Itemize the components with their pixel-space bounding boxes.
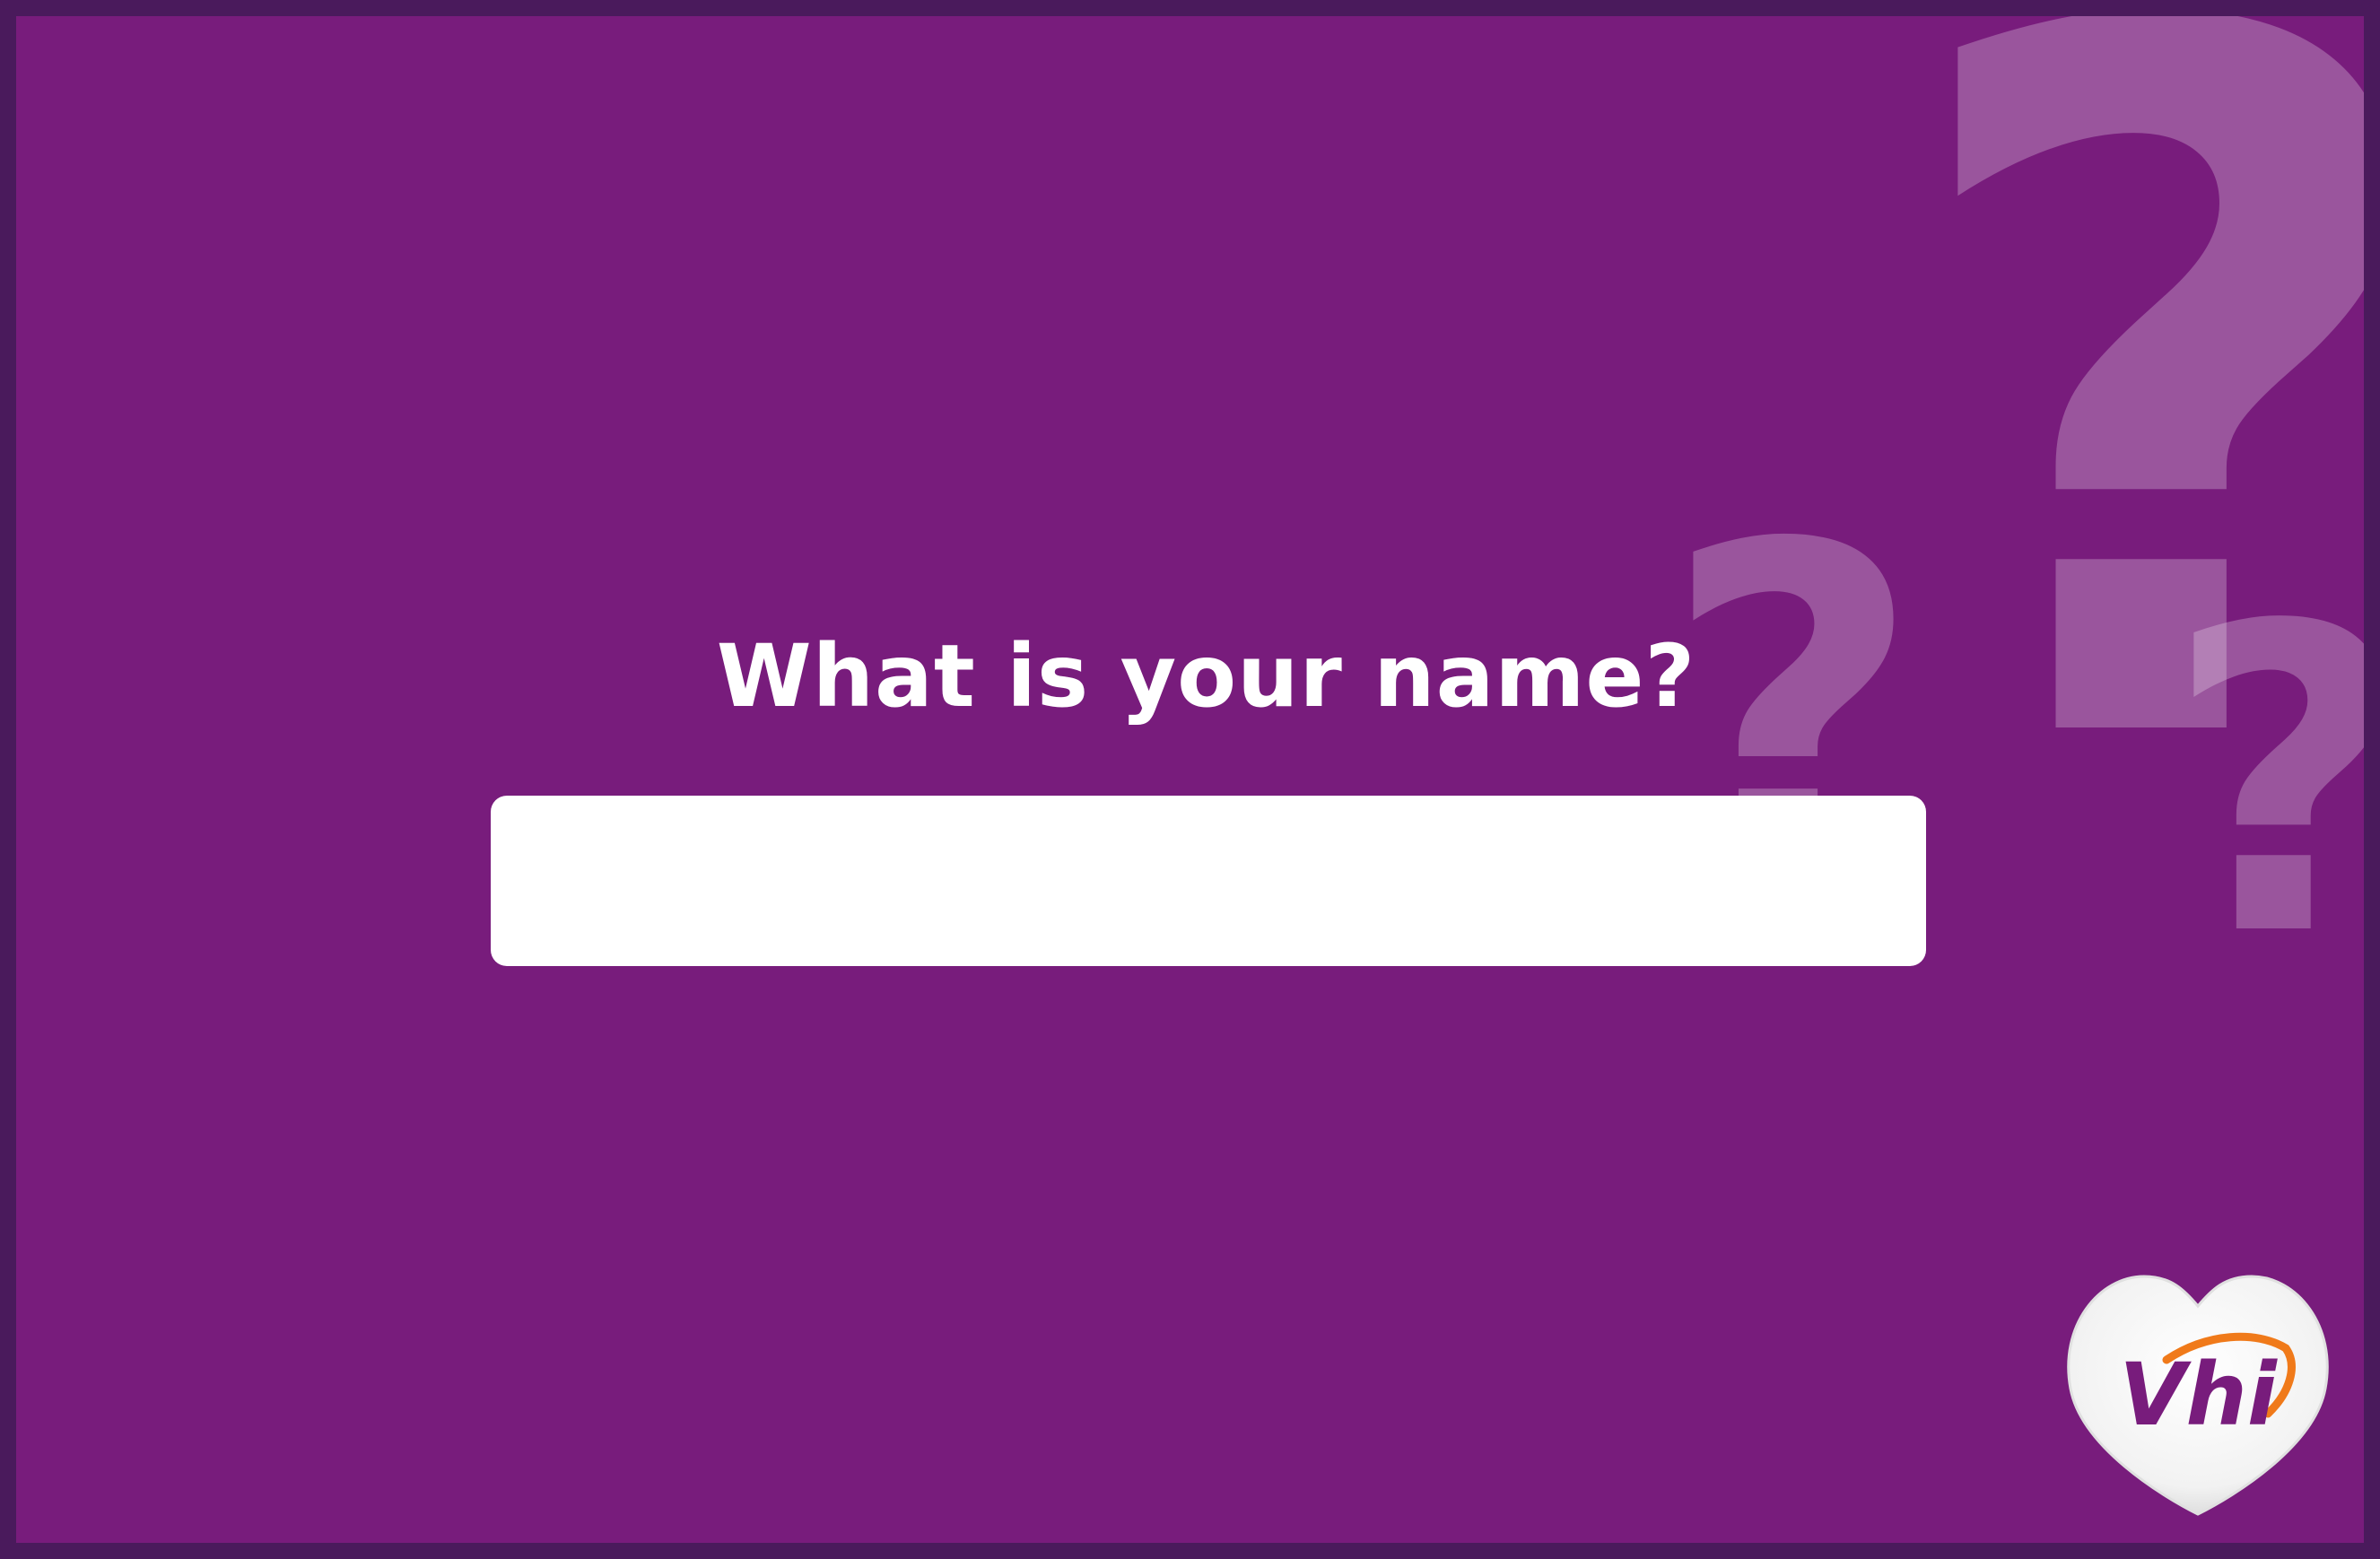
name-input[interactable] xyxy=(491,796,1926,966)
app-screen: ? ? ? What is your name? Vhi xyxy=(0,0,2380,1559)
heart-logo-icon: Vhi xyxy=(2067,1275,2329,1516)
question-title: What is your name? xyxy=(716,626,1696,727)
svg-text:Vhi: Vhi xyxy=(2119,1345,2278,1445)
